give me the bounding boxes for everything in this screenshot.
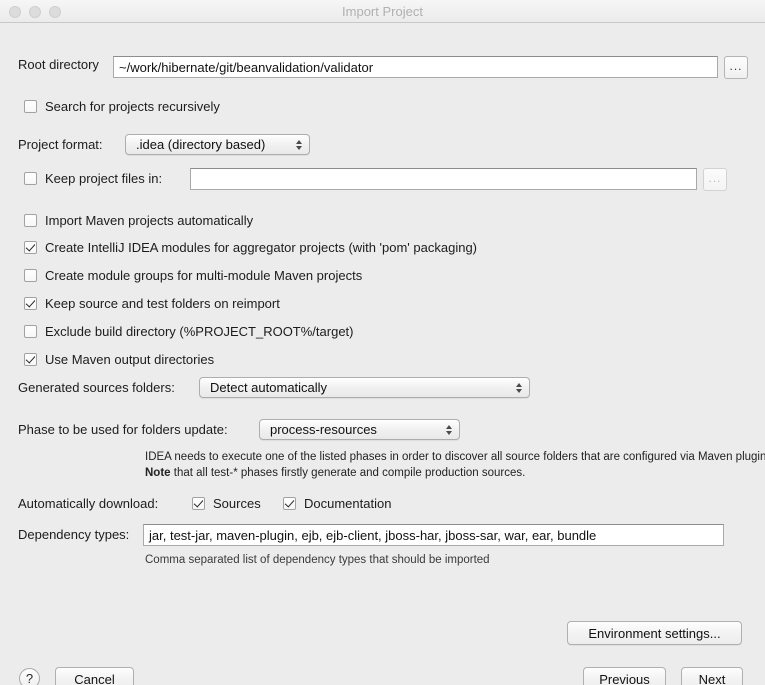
root-directory-label: Root directory [18,57,99,72]
phase-note-line2: Note that all test-* phases firstly gene… [145,465,765,481]
option-checkbox-5[interactable] [24,353,37,366]
root-directory-browse-button[interactable]: ... [724,56,748,79]
sources-label: Sources [213,496,261,511]
previous-button[interactable]: Previous [583,667,666,685]
option-label-3: Keep source and test folders on reimport [45,296,280,311]
next-button[interactable]: Next [681,667,743,685]
keep-project-files-browse-button[interactable]: ... [703,168,727,191]
option-create-module-groups[interactable]: Create module groups for multi-module Ma… [24,268,362,283]
environment-settings-button[interactable]: Environment settings... [567,621,742,645]
project-format-select[interactable]: .idea (directory based) [125,134,310,155]
option-create-aggregator-modules[interactable]: Create IntelliJ IDEA modules for aggrega… [24,240,477,255]
window-title: Import Project [342,4,423,19]
auto-download-label: Automatically download: [18,496,159,511]
sources-checkbox[interactable] [192,497,205,510]
phase-update-value: process-resources [270,422,377,437]
phase-update-row: Phase to be used for folders update: [18,422,228,437]
cancel-button[interactable]: Cancel [55,667,134,685]
search-recursive-checkbox[interactable] [24,100,37,113]
chevron-updown-icon [295,138,302,152]
project-format-value: .idea (directory based) [136,137,266,152]
keep-project-files-label: Keep project files in: [45,171,163,186]
option-checkbox-2[interactable] [24,269,37,282]
keep-project-files-row[interactable]: Keep project files in: [24,171,162,186]
title-bar: Import Project [0,0,765,23]
phase-note-line2-rest: that all test-* phases firstly generate … [170,467,526,479]
root-directory-row: Root directory [18,57,99,72]
option-import-maven-automatically[interactable]: Import Maven projects automatically [24,213,253,228]
auto-download-documentation[interactable]: Documentation [283,496,391,511]
option-exclude-build-directory[interactable]: Exclude build directory (%PROJECT_ROOT%/… [24,324,353,339]
option-checkbox-4[interactable] [24,325,37,338]
generated-sources-value: Detect automatically [210,380,328,395]
dependency-types-row: Dependency types: [18,527,129,542]
chevron-updown-icon [515,381,522,395]
dependency-types-hint: Comma separated list of dependency types… [145,554,490,566]
option-checkbox-0[interactable] [24,214,37,227]
option-keep-source-test-folders[interactable]: Keep source and test folders on reimport [24,296,280,311]
phase-note-line1: IDEA needs to execute one of the listed … [145,451,765,463]
documentation-label: Documentation [304,496,392,511]
search-recursive-label: Search for projects recursively [45,99,220,114]
generated-sources-label: Generated sources folders: [18,380,175,395]
project-format-row: Project format: [18,137,103,152]
import-project-dialog: Import Project Root directory ~/work/hib… [0,0,765,685]
help-button[interactable]: ? [19,668,40,685]
option-checkbox-3[interactable] [24,297,37,310]
root-directory-input[interactable]: ~/work/hibernate/git/beanvalidation/vali… [113,56,718,78]
dialog-body: Root directory ~/work/hibernate/git/bean… [0,23,765,685]
chevron-updown-icon [445,423,452,437]
documentation-checkbox[interactable] [283,497,296,510]
auto-download-sources[interactable]: Sources [192,496,261,511]
phase-note: IDEA needs to execute one of the listed … [145,449,765,481]
dependency-types-input[interactable]: jar, test-jar, maven-plugin, ejb, ejb-cl… [143,524,724,546]
phase-note-bold: Note [145,467,171,479]
option-label-4: Exclude build directory (%PROJECT_ROOT%/… [45,324,354,339]
generated-sources-row: Generated sources folders: [18,380,175,395]
dependency-types-label: Dependency types: [18,527,130,542]
option-label-0: Import Maven projects automatically [45,213,254,228]
option-label-2: Create module groups for multi-module Ma… [45,268,363,283]
option-label-1: Create IntelliJ IDEA modules for aggrega… [45,240,478,255]
keep-project-files-checkbox[interactable] [24,172,37,185]
option-label-5: Use Maven output directories [45,352,215,367]
phase-update-label: Phase to be used for folders update: [18,422,228,437]
keep-project-files-input[interactable] [190,168,697,190]
auto-download-row: Automatically download: [18,496,158,511]
option-checkbox-1[interactable] [24,241,37,254]
option-use-maven-output-dirs[interactable]: Use Maven output directories [24,352,214,367]
project-format-label: Project format: [18,137,103,152]
generated-sources-select[interactable]: Detect automatically [199,377,530,398]
search-recursive-row[interactable]: Search for projects recursively [24,99,220,114]
phase-update-select[interactable]: process-resources [259,419,460,440]
